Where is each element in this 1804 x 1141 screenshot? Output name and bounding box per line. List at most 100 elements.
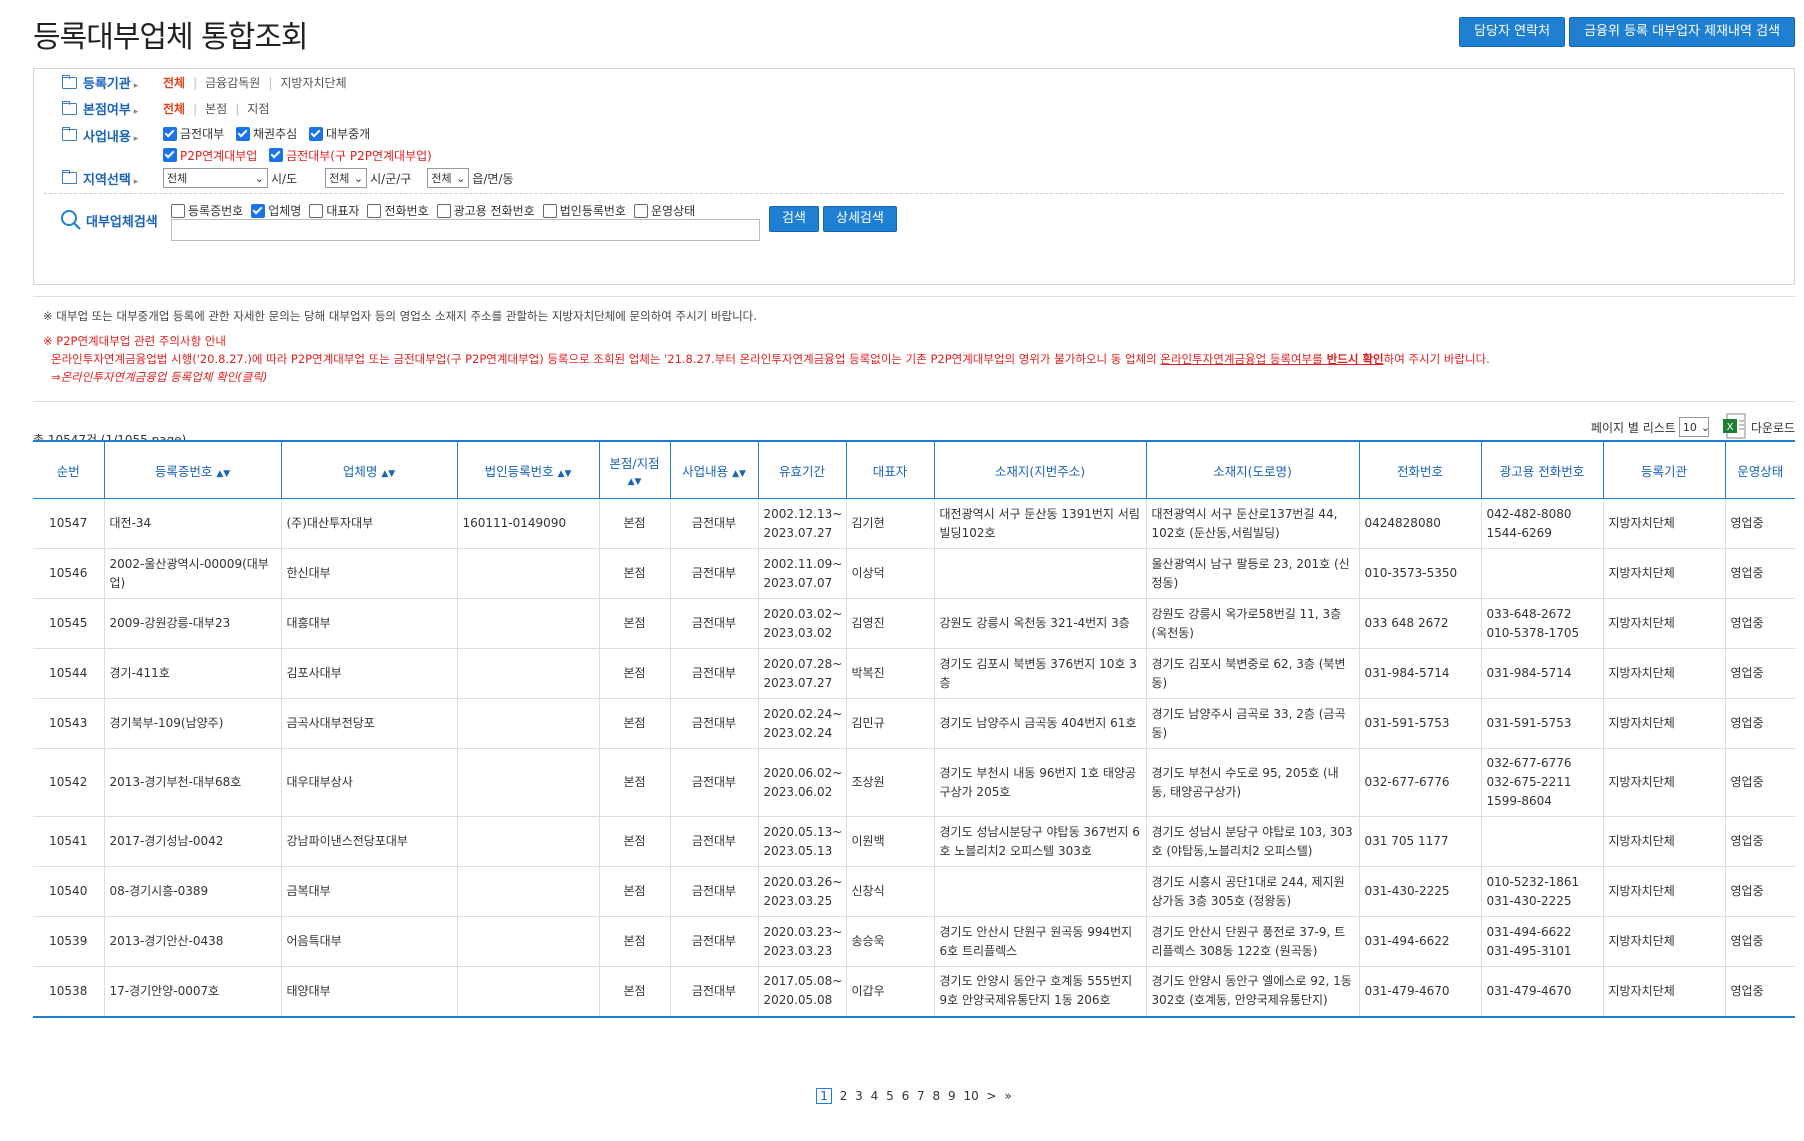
excel-icon[interactable]: X [1722,413,1749,441]
table-cell: 031-494-6622 [1358,916,1481,967]
sort-icon: ▲▼ [732,468,746,479]
search-opt-adphone[interactable]: 광고용 전화번호 [436,202,535,219]
filter-panel: 등록기관 전체| 금융감독원| 지방자치단체 본점여부 전체| 본점| 지점 사… [33,68,1795,285]
table-cell: 박복진 [845,648,934,699]
pagination: 1 2 3 4 5 6 7 8 9 10 > » [33,1088,1795,1104]
checkbox-brokerage[interactable]: 대부중개 [309,125,370,142]
p2p-check-link[interactable]: ⇒온라인투자연계금융업 등록업체 확인(클릭) [51,368,267,386]
table-row[interactable]: 10540 08-경기시흥-0389 금복대부 본점 금전대부 2020.03.26~ 2… [33,866,1795,917]
page-title: 등록대부업체 통합조회 [33,20,309,55]
table-cell: 2020.05.13~ 2023.05.13 [757,816,846,867]
agency-option-fss[interactable]: 금융감독원 [205,74,260,91]
sido-select[interactable]: 전체 [163,168,268,188]
th-business[interactable]: 사업내용 ▲▼ [669,440,758,499]
search-opt-status[interactable]: 운영상태 [633,202,695,219]
table-cell: 경기도 부천시 내동 96번지 1호 태양공구상가 205호 [933,748,1146,817]
table-cell: 금전대부 [669,966,758,1018]
table-cell: 금전대부 [669,816,758,867]
table-cell: 금전대부 [669,698,758,749]
checkbox-loan-old-p2p[interactable]: 금전대부(구 P2P연계대부업) [269,147,432,164]
table-row[interactable]: 10539 2013-경기안산-0438 어음특대부 본점 금전대부 2020.03.23… [33,916,1795,967]
branch-option-all[interactable]: 전체 [163,100,185,117]
table-cell: 032-677-6776 032-675-2211 1599-8604 [1480,748,1603,817]
download-button[interactable]: 다운로드 [1751,419,1795,436]
search-opt-name[interactable]: 업체명 [251,202,301,219]
contact-button[interactable]: 담당자 연락처 [1459,17,1566,47]
table-cell: 금전대부 [669,498,758,549]
search-opt-regno[interactable]: 등록증번호 [171,202,243,219]
table-cell [933,548,1146,599]
page-link[interactable]: 8 [933,1089,941,1103]
page-link[interactable]: 2 [840,1089,848,1103]
table-row[interactable]: 10544 경기-411호 김포사대부 본점 금전대부 2020.07.28~ 2023.… [33,648,1795,699]
table-cell: 10546 [33,548,104,599]
detail-search-button[interactable]: 상세검색 [823,206,897,232]
table-row[interactable]: 10545 2009-강원강릉-대부23 대흥대부 본점 금전대부 2020.03.02~… [33,598,1795,649]
table-cell: 태양대부 [280,966,457,1018]
per-page-select[interactable]: 10 [1678,417,1709,437]
table-row[interactable]: 10541 2017-경기성남-0042 강남파이낸스전당포대부 본점 금전대부 2020… [33,816,1795,867]
table-cell: 강남파이낸스전당포대부 [280,816,457,867]
search-opt-rep[interactable]: 대표자 [309,202,359,219]
th-corpno[interactable]: 법인등록번호 ▲▼ [456,440,599,499]
table-cell: 지방자치단체 [1602,816,1725,867]
page-link[interactable]: 9 [948,1089,956,1103]
table-cell: 금전대부 [669,866,758,917]
page-link[interactable]: 7 [917,1089,925,1103]
table-cell: 김영진 [845,598,934,649]
table-cell: 2002-울산광역시-00009(대부업) [103,548,281,599]
svg-text:X: X [1726,422,1733,433]
table-cell: 031-984-5714 [1358,648,1481,699]
branch-option-main[interactable]: 본점 [205,100,227,117]
agency-option-local[interactable]: 지방자치단체 [280,74,346,91]
table-cell: 금전대부 [669,748,758,817]
table-cell: 경기도 남양주시 금곡로 33, 2층 (금곡동) [1145,698,1359,749]
folder-icon [62,127,77,141]
page-link[interactable]: 3 [855,1089,863,1103]
table-cell [456,816,599,867]
table-cell: 대우대부상사 [280,748,457,817]
notice-line2: ※ P2P연계대부업 관련 주의사항 안내 [43,334,226,348]
th-name[interactable]: 업체명 ▲▼ [280,440,457,499]
page-link[interactable]: 5 [886,1089,894,1103]
table-cell: 지방자치단체 [1602,698,1725,749]
page-link[interactable]: 4 [871,1089,879,1103]
table-cell: (주)대산투자대부 [280,498,457,549]
table-cell: 이갑우 [845,966,934,1018]
table-row[interactable]: 10547 대전-34 (주)대산투자대부 160111-0149090 본점 금전대부 2… [33,498,1795,549]
search-input[interactable] [171,219,760,241]
agency-option-all[interactable]: 전체 [163,74,185,91]
th-adphone: 광고용 전화번호 [1480,440,1603,499]
last-page-button[interactable]: » [1004,1089,1011,1103]
page-current[interactable]: 1 [816,1088,832,1104]
checkbox-collection[interactable]: 채권추심 [236,125,297,142]
p2p-registration-link[interactable]: 온라인투자연계금융업 등록여부를 [1160,352,1322,366]
search-opt-corpno[interactable]: 법인등록번호 [542,202,626,219]
page-link[interactable]: 10 [963,1089,978,1103]
table-cell: 금복대부 [280,866,457,917]
sanctions-search-button[interactable]: 금융위 등록 대부업자 제재내역 검색 [1569,17,1795,47]
table-cell: 경기도 안양시 동안구 엘에스로 92, 1동 302호 (호계동, 안양국제유… [1145,966,1359,1018]
agency-label: 등록기관 [83,73,155,92]
page-link[interactable]: 6 [902,1089,910,1103]
th-branch[interactable]: 본점/지점 ▲▼ [598,440,670,499]
search-button[interactable]: 검색 [769,206,819,232]
checkbox-loan[interactable]: 금전대부 [163,125,224,142]
table-cell [456,698,599,749]
table-row[interactable]: 10546 2002-울산광역시-00009(대부업) 한신대부 본점 금전대부 2002… [33,548,1795,599]
table-cell: 지방자치단체 [1602,548,1725,599]
table-row[interactable]: 10543 경기북부-109(남양주) 금곡사대부전당포 본점 금전대부 2020.02.… [33,698,1795,749]
table-cell [933,866,1146,917]
checkbox-p2p[interactable]: P2P연계대부업 [163,147,257,164]
next-page-button[interactable]: > [987,1089,997,1103]
th-regno[interactable]: 등록증번호 ▲▼ [103,440,281,499]
table-row[interactable]: 10538 17-경기안양-0007호 태양대부 본점 금전대부 2017.05.08~ … [33,966,1795,1018]
th-addr-road: 소재지(도로명) [1145,440,1359,499]
sigungu-select[interactable]: 전체 [325,168,368,188]
search-opt-phone[interactable]: 전화번호 [367,202,429,219]
dong-select[interactable]: 전체 [427,168,470,188]
table-cell: 042-482-8080 1544-6269 [1480,498,1603,549]
table-row[interactable]: 10542 2013-경기부천-대부68호 대우대부상사 본점 금전대부 2020.06.… [33,748,1795,817]
table-cell: 본점 [598,816,670,867]
branch-option-sub[interactable]: 지점 [247,100,269,117]
